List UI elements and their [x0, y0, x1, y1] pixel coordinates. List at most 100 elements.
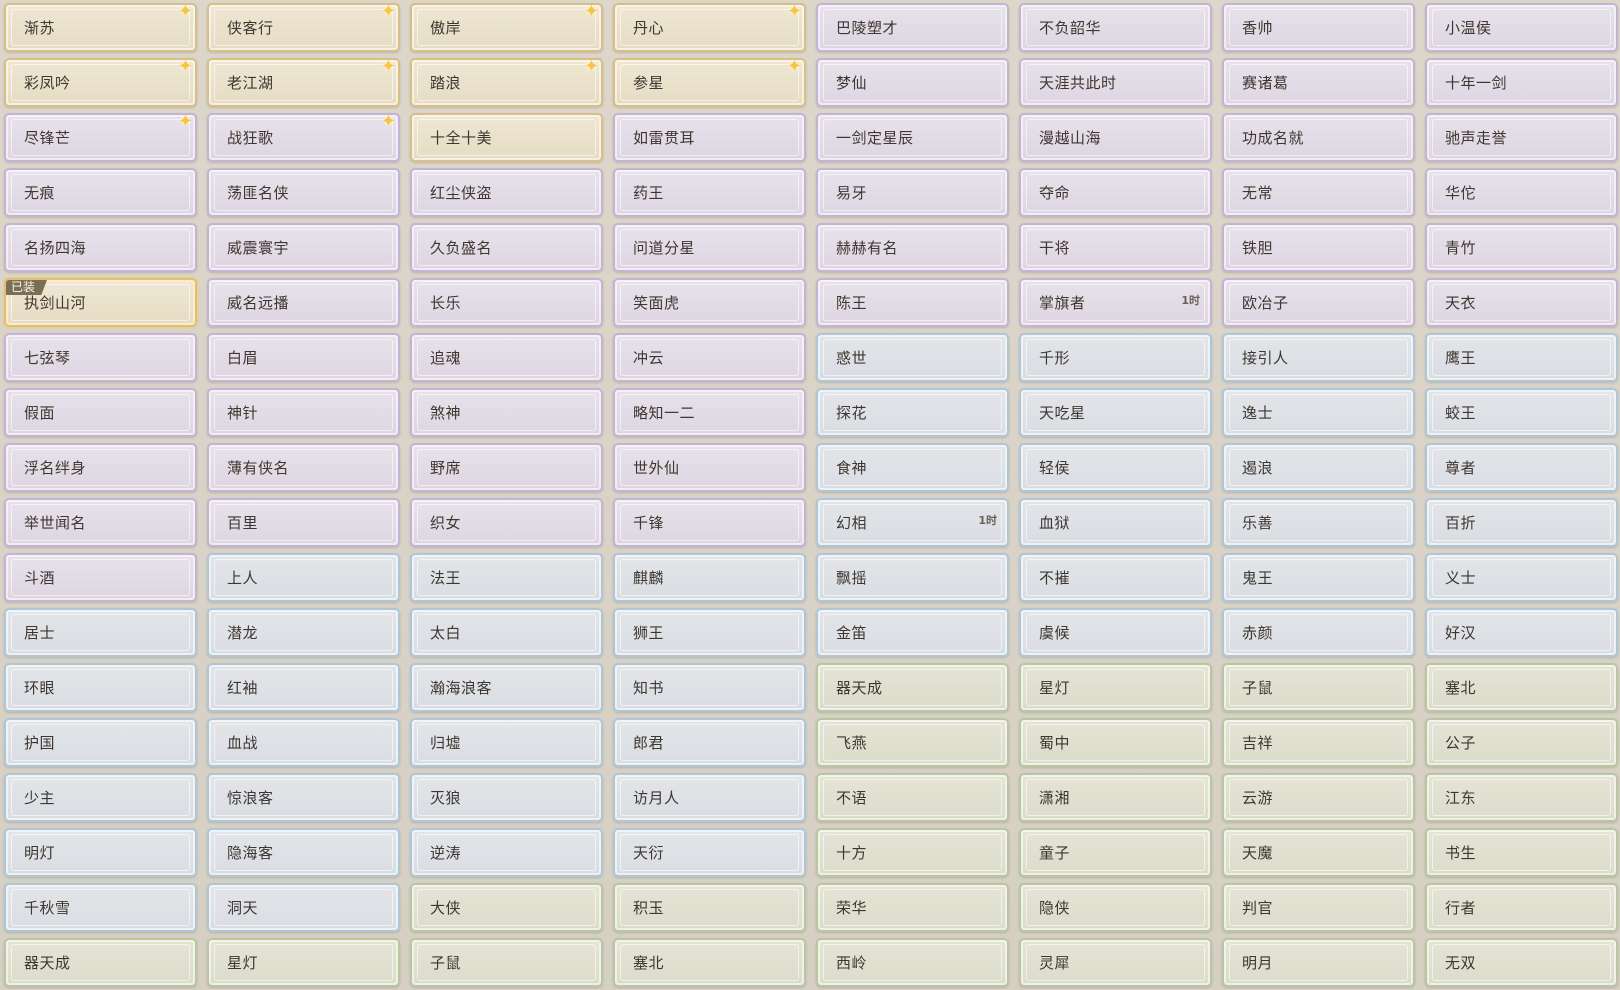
title-card[interactable]: 掌旗者 1时 [1019, 278, 1212, 327]
title-card[interactable]: 上人 [207, 553, 400, 602]
title-card[interactable]: 干将 [1019, 223, 1212, 272]
title-card[interactable]: 归墟 [410, 718, 603, 767]
title-card[interactable]: 无痕 [4, 168, 197, 217]
title-card[interactable]: 江东 [1425, 773, 1618, 822]
title-card[interactable]: 虞候 [1019, 608, 1212, 657]
title-card[interactable]: 薄有侠名 [207, 443, 400, 492]
title-card[interactable]: 白眉 [207, 333, 400, 382]
title-card[interactable]: 漫越山海 [1019, 113, 1212, 162]
title-card[interactable]: 子鼠 [1222, 663, 1415, 712]
title-card[interactable]: 飘摇 [816, 553, 1009, 602]
title-card[interactable]: 久负盛名 [410, 223, 603, 272]
title-card[interactable]: 不负韶华 [1019, 3, 1212, 52]
title-card[interactable]: 青竹 [1425, 223, 1618, 272]
title-card[interactable]: 无常 [1222, 168, 1415, 217]
title-card[interactable]: 十年一剑 [1425, 58, 1618, 107]
title-card[interactable]: 天吃星 [1019, 388, 1212, 437]
title-card[interactable]: 子鼠 [410, 938, 603, 987]
title-card[interactable]: 法王 [410, 553, 603, 602]
title-card[interactable]: 惑世 [816, 333, 1009, 382]
title-card[interactable]: 乐善 [1222, 498, 1415, 547]
title-card[interactable]: 七弦琴 [4, 333, 197, 382]
title-card[interactable]: 夺命 [1019, 168, 1212, 217]
title-card[interactable]: 老江湖 ✦ [207, 58, 400, 107]
title-card[interactable]: 惊浪客 [207, 773, 400, 822]
title-card[interactable]: 荡匪名侠 [207, 168, 400, 217]
title-card[interactable]: 灵犀 [1019, 938, 1212, 987]
title-card[interactable]: 尊者 [1425, 443, 1618, 492]
title-card[interactable]: 红尘侠盗 [410, 168, 603, 217]
title-card[interactable]: 天魔 [1222, 828, 1415, 877]
title-card[interactable]: 洞天 [207, 883, 400, 932]
title-card[interactable]: 血狱 [1019, 498, 1212, 547]
title-card[interactable]: 煞神 [410, 388, 603, 437]
title-card[interactable]: 器天成 [816, 663, 1009, 712]
title-card[interactable]: 居士 [4, 608, 197, 657]
title-card[interactable]: 浮名绊身 [4, 443, 197, 492]
title-card[interactable]: 侠客行 ✦ [207, 3, 400, 52]
title-card[interactable]: 威震寰宇 [207, 223, 400, 272]
title-card[interactable]: 轻侯 [1019, 443, 1212, 492]
title-card[interactable]: 织女 [410, 498, 603, 547]
title-card[interactable]: 潇湘 [1019, 773, 1212, 822]
title-card[interactable]: 千形 [1019, 333, 1212, 382]
title-card[interactable]: 百里 [207, 498, 400, 547]
title-card[interactable]: 易牙 [816, 168, 1009, 217]
title-card[interactable]: 药王 [613, 168, 806, 217]
title-card[interactable]: 郎君 [613, 718, 806, 767]
title-card[interactable]: 渐苏 ✦ [4, 3, 197, 52]
title-card[interactable]: 千锋 [613, 498, 806, 547]
title-card[interactable]: 冲云 [613, 333, 806, 382]
title-card[interactable]: 金笛 [816, 608, 1009, 657]
title-card[interactable]: 红袖 [207, 663, 400, 712]
title-card[interactable]: 西岭 [816, 938, 1009, 987]
title-card[interactable]: 梦仙 [816, 58, 1009, 107]
title-card[interactable]: 星灯 [1019, 663, 1212, 712]
title-card[interactable]: 好汉 [1425, 608, 1618, 657]
title-card[interactable]: 傲岸 ✦ [410, 3, 603, 52]
title-card[interactable]: 太白 [410, 608, 603, 657]
title-card[interactable]: 明月 [1222, 938, 1415, 987]
title-card[interactable]: 天涯共此时 [1019, 58, 1212, 107]
title-card[interactable]: 荣华 [816, 883, 1009, 932]
title-card[interactable]: 护国 [4, 718, 197, 767]
title-card[interactable]: 麒麟 [613, 553, 806, 602]
title-card[interactable]: 无双 [1425, 938, 1618, 987]
title-card[interactable]: 狮王 [613, 608, 806, 657]
title-card[interactable]: 环眼 [4, 663, 197, 712]
title-card[interactable]: 香帅 [1222, 3, 1415, 52]
title-card[interactable]: 陈王 [816, 278, 1009, 327]
title-card[interactable]: 天衍 [613, 828, 806, 877]
title-card[interactable]: 不摧 [1019, 553, 1212, 602]
title-card[interactable]: 百折 [1425, 498, 1618, 547]
title-card[interactable]: 巴陵塑才 [816, 3, 1009, 52]
title-card[interactable]: 潜龙 [207, 608, 400, 657]
title-card[interactable]: 鹰王 [1425, 333, 1618, 382]
title-card[interactable]: 接引人 [1222, 333, 1415, 382]
title-card[interactable]: 判官 [1222, 883, 1415, 932]
title-card[interactable]: 斗酒 [4, 553, 197, 602]
title-card[interactable]: 天衣 [1425, 278, 1618, 327]
title-card[interactable]: 鬼王 [1222, 553, 1415, 602]
title-card[interactable]: 一剑定星辰 [816, 113, 1009, 162]
title-card[interactable]: 血战 [207, 718, 400, 767]
title-card[interactable]: 赤颜 [1222, 608, 1415, 657]
title-card[interactable]: 大侠 [410, 883, 603, 932]
title-card[interactable]: 尽锋芒 ✦ [4, 113, 197, 162]
title-card[interactable]: 遏浪 [1222, 443, 1415, 492]
title-card[interactable]: 假面 [4, 388, 197, 437]
title-card[interactable]: 访月人 [613, 773, 806, 822]
title-card[interactable]: 逸士 [1222, 388, 1415, 437]
title-card[interactable]: 追魂 [410, 333, 603, 382]
title-card[interactable]: 星灯 [207, 938, 400, 987]
title-card[interactable]: 参星 ✦ [613, 58, 806, 107]
title-card[interactable]: 世外仙 [613, 443, 806, 492]
title-card[interactable]: 问道分星 [613, 223, 806, 272]
title-card[interactable]: 不语 [816, 773, 1009, 822]
title-card[interactable]: 十方 [816, 828, 1009, 877]
title-card[interactable]: 驰声走誉 [1425, 113, 1618, 162]
title-card[interactable]: 积玉 [613, 883, 806, 932]
title-card[interactable]: 千秋雪 [4, 883, 197, 932]
title-card[interactable]: 丹心 ✦ [613, 3, 806, 52]
title-card[interactable]: 知书 [613, 663, 806, 712]
